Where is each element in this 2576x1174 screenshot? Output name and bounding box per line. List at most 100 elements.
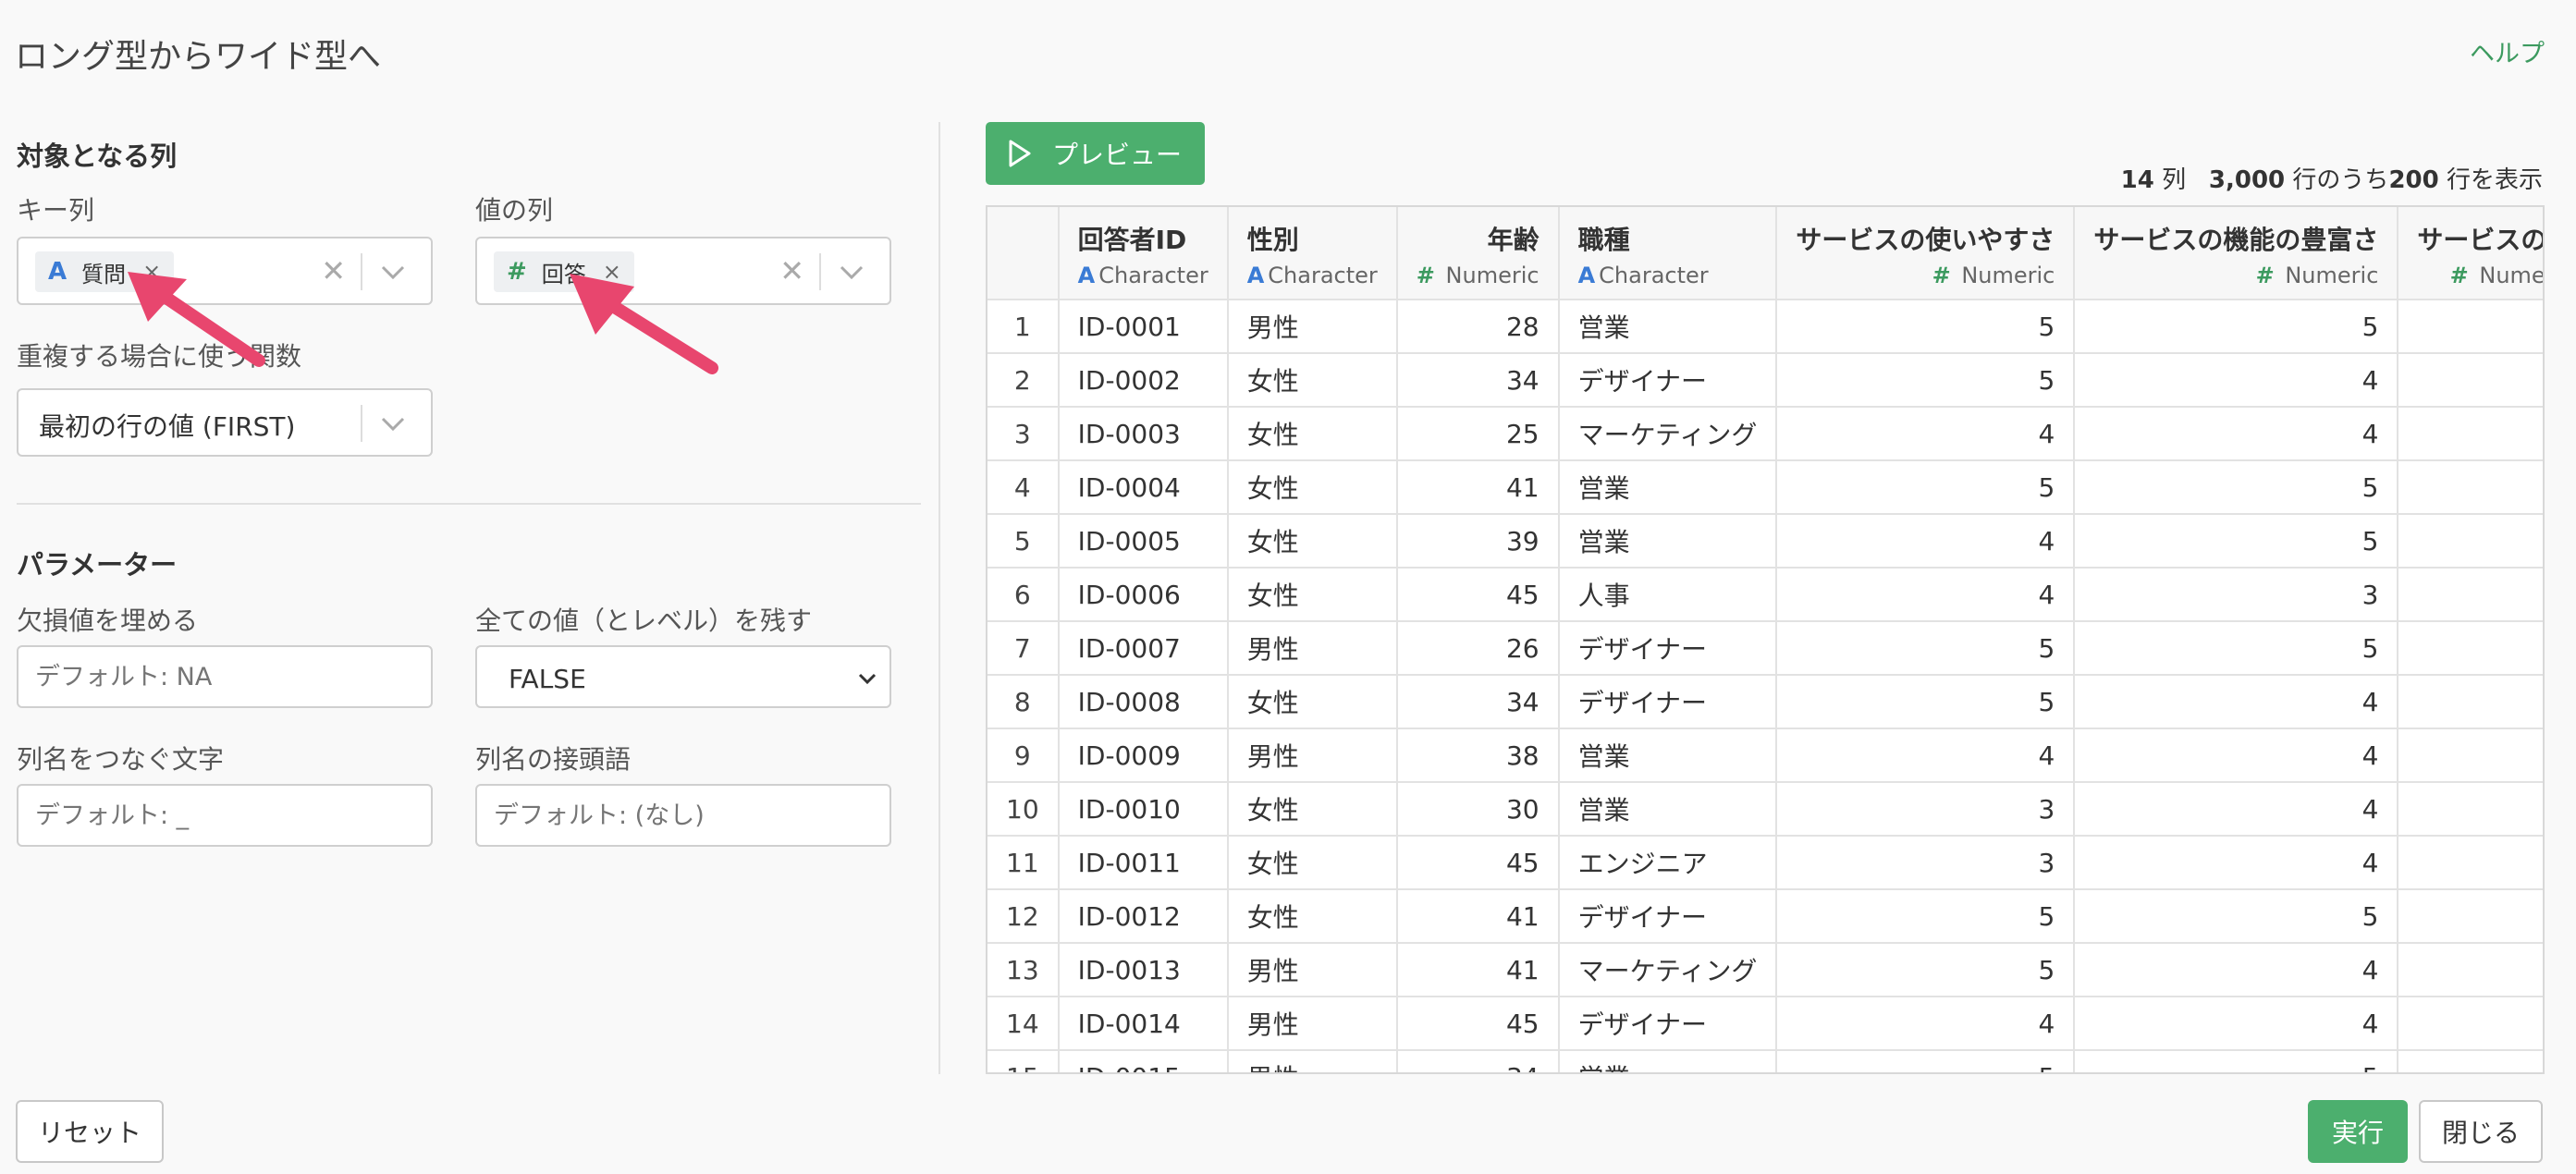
table-cell: 41 [1396, 889, 1560, 944]
row-number: 15 [987, 1050, 1060, 1072]
row-number: 9 [987, 728, 1060, 783]
table-row[interactable]: 8 ID-0008 女性 34 デザイナー 5 4 [987, 675, 2543, 729]
table-row[interactable]: 4 ID-0004 女性 41 営業 5 5 [987, 460, 2543, 515]
column-header[interactable]: サービスの使いやすさ # Numeric [1776, 207, 2076, 300]
clear-icon[interactable]: ✕ [321, 253, 346, 288]
run-button[interactable]: 実行 [2308, 1100, 2408, 1163]
table-cell: 男性 [1227, 997, 1398, 1051]
table-cell: 女性 [1227, 460, 1398, 515]
fill-missing-label: 欠損値を埋める [17, 605, 199, 636]
table-cell: 45 [1396, 836, 1560, 890]
dialog-title: ロング型からワイド型へ [15, 38, 382, 76]
settings-panel: 対象となる列 キー列 A 質問 × ✕ 値の列 # 回答 × ✕ 重複する場合に… [0, 111, 925, 1072]
table-row[interactable]: 9 ID-0009 男性 38 営業 4 4 [987, 728, 2543, 783]
table-cell: 男性 [1227, 943, 1398, 997]
row-number: 11 [987, 836, 1060, 890]
table-cell [2398, 943, 2543, 997]
table-cell: 45 [1396, 568, 1560, 622]
character-type-icon: A [1246, 263, 1265, 288]
row-number: 7 [987, 621, 1060, 676]
numeric-type-icon: # [507, 258, 527, 286]
column-header[interactable]: 年齢 # Numeric [1396, 207, 1560, 300]
table-cell: 4 [1776, 997, 2076, 1051]
numeric-type-icon: # [1932, 263, 1951, 288]
column-header[interactable]: 性別 A Character [1227, 207, 1398, 300]
table-cell [2398, 997, 2543, 1051]
table-cell: 4 [2074, 353, 2399, 408]
clear-icon[interactable]: ✕ [779, 253, 804, 288]
row-number: 13 [987, 943, 1060, 997]
value-column-select[interactable]: # 回答 × ✕ [475, 237, 891, 305]
column-header[interactable]: サービスの品# Numeric [2398, 207, 2543, 300]
table-cell: デザイナー [1558, 621, 1778, 676]
table-cell: デザイナー [1558, 997, 1778, 1051]
table-cell: ID-0015 [1058, 1050, 1229, 1072]
table-cell: デザイナー [1558, 889, 1778, 944]
table-cell [2398, 675, 2543, 729]
separator-input[interactable] [17, 784, 433, 847]
table-row[interactable]: 7 ID-0007 男性 26 デザイナー 5 5 [987, 621, 2543, 676]
table-cell: 5 [1776, 943, 2076, 997]
table-cell: 営業 [1558, 514, 1778, 569]
column-header[interactable]: 職種 A Character [1558, 207, 1778, 300]
table-cell: 41 [1396, 460, 1560, 515]
row-number-header [987, 207, 1060, 300]
column-header[interactable]: サービスの機能の豊富さ # Numeric [2074, 207, 2399, 300]
select-separator [361, 405, 362, 442]
preview-button[interactable]: プレビュー [986, 122, 1205, 185]
remove-tag-icon[interactable]: × [142, 259, 161, 285]
table-cell: ID-0010 [1058, 782, 1229, 837]
chevron-down-icon[interactable] [836, 253, 867, 290]
chevron-down-icon[interactable] [377, 405, 409, 442]
key-column-tag: A 質問 × [35, 251, 175, 292]
column-header[interactable]: 回答者ID A Character [1058, 207, 1229, 300]
play-icon [1009, 140, 1031, 167]
table-row[interactable]: 2 ID-0002 女性 34 デザイナー 5 4 [987, 353, 2543, 408]
table-cell: 5 [1776, 1050, 2076, 1072]
table-cell: 4 [2074, 407, 2399, 461]
chevron-down-icon[interactable] [377, 253, 409, 290]
close-button[interactable]: 閉じる [2419, 1100, 2543, 1163]
table-row[interactable]: 12 ID-0012 女性 41 デザイナー 5 5 [987, 889, 2543, 944]
table-row[interactable]: 11 ID-0011 女性 45 エンジニア 3 4 [987, 836, 2543, 890]
reset-button[interactable]: リセット [16, 1100, 164, 1163]
preview-button-label: プレビュー [1052, 141, 1183, 169]
table-cell: 4 [2074, 728, 2399, 783]
key-column-select[interactable]: A 質問 × ✕ [17, 237, 433, 305]
table-cell: デザイナー [1558, 675, 1778, 729]
fill-missing-input[interactable] [17, 645, 433, 708]
duplicate-function-select[interactable]: 最初の行の値 (FIRST) [17, 388, 433, 457]
table-row[interactable]: 14 ID-0014 男性 45 デザイナー 4 4 [987, 997, 2543, 1051]
keep-all-values-select[interactable]: FALSE [475, 645, 891, 708]
help-link[interactable]: ヘルプ [2470, 33, 2545, 69]
row-number: 4 [987, 460, 1060, 515]
table-cell: ID-0005 [1058, 514, 1229, 569]
table-cell: ID-0014 [1058, 997, 1229, 1051]
parameters-title: パラメーター [17, 549, 178, 581]
panel-divider [938, 122, 940, 1074]
table-row[interactable]: 15ID-0015男性34営業55 [987, 1050, 2543, 1072]
table-row[interactable]: 13 ID-0013 男性 41 マーケティング 5 4 [987, 943, 2543, 997]
long-to-wide-dialog: ロング型からワイド型へ ヘルプ 対象となる列 キー列 A 質問 × ✕ 値の列 … [0, 0, 2576, 1174]
table-cell: ID-0011 [1058, 836, 1229, 890]
table-cell: 5 [2074, 460, 2399, 515]
preview-table[interactable]: 回答者ID A Character 性別 A Character 年齢 # Numeric… [986, 205, 2545, 1074]
table-row[interactable]: 3 ID-0003 女性 25 マーケティング 4 4 [987, 407, 2543, 461]
table-cell: 4 [2074, 997, 2399, 1051]
duplicate-function-value: 最初の行の値 (FIRST) [39, 411, 296, 442]
table-cell [2398, 407, 2543, 461]
table-cell: 5 [1776, 621, 2076, 676]
table-cell: エンジニア [1558, 836, 1778, 890]
table-cell: 営業 [1558, 728, 1778, 783]
table-row[interactable]: 6 ID-0006 女性 45 人事 4 3 [987, 568, 2543, 622]
table-cell: 4 [1776, 407, 2076, 461]
remove-tag-icon[interactable]: × [603, 259, 621, 285]
table-row[interactable]: 1 ID-0001 男性 28 営業 5 5 [987, 300, 2543, 354]
prefix-input[interactable] [475, 784, 891, 847]
row-number: 5 [987, 514, 1060, 569]
table-cell [2398, 353, 2543, 408]
table-row[interactable]: 10 ID-0010 女性 30 営業 3 4 [987, 782, 2543, 837]
table-row[interactable]: 5 ID-0005 女性 39 営業 4 5 [987, 514, 2543, 569]
table-cell: ID-0006 [1058, 568, 1229, 622]
table-cell: 5 [2074, 514, 2399, 569]
